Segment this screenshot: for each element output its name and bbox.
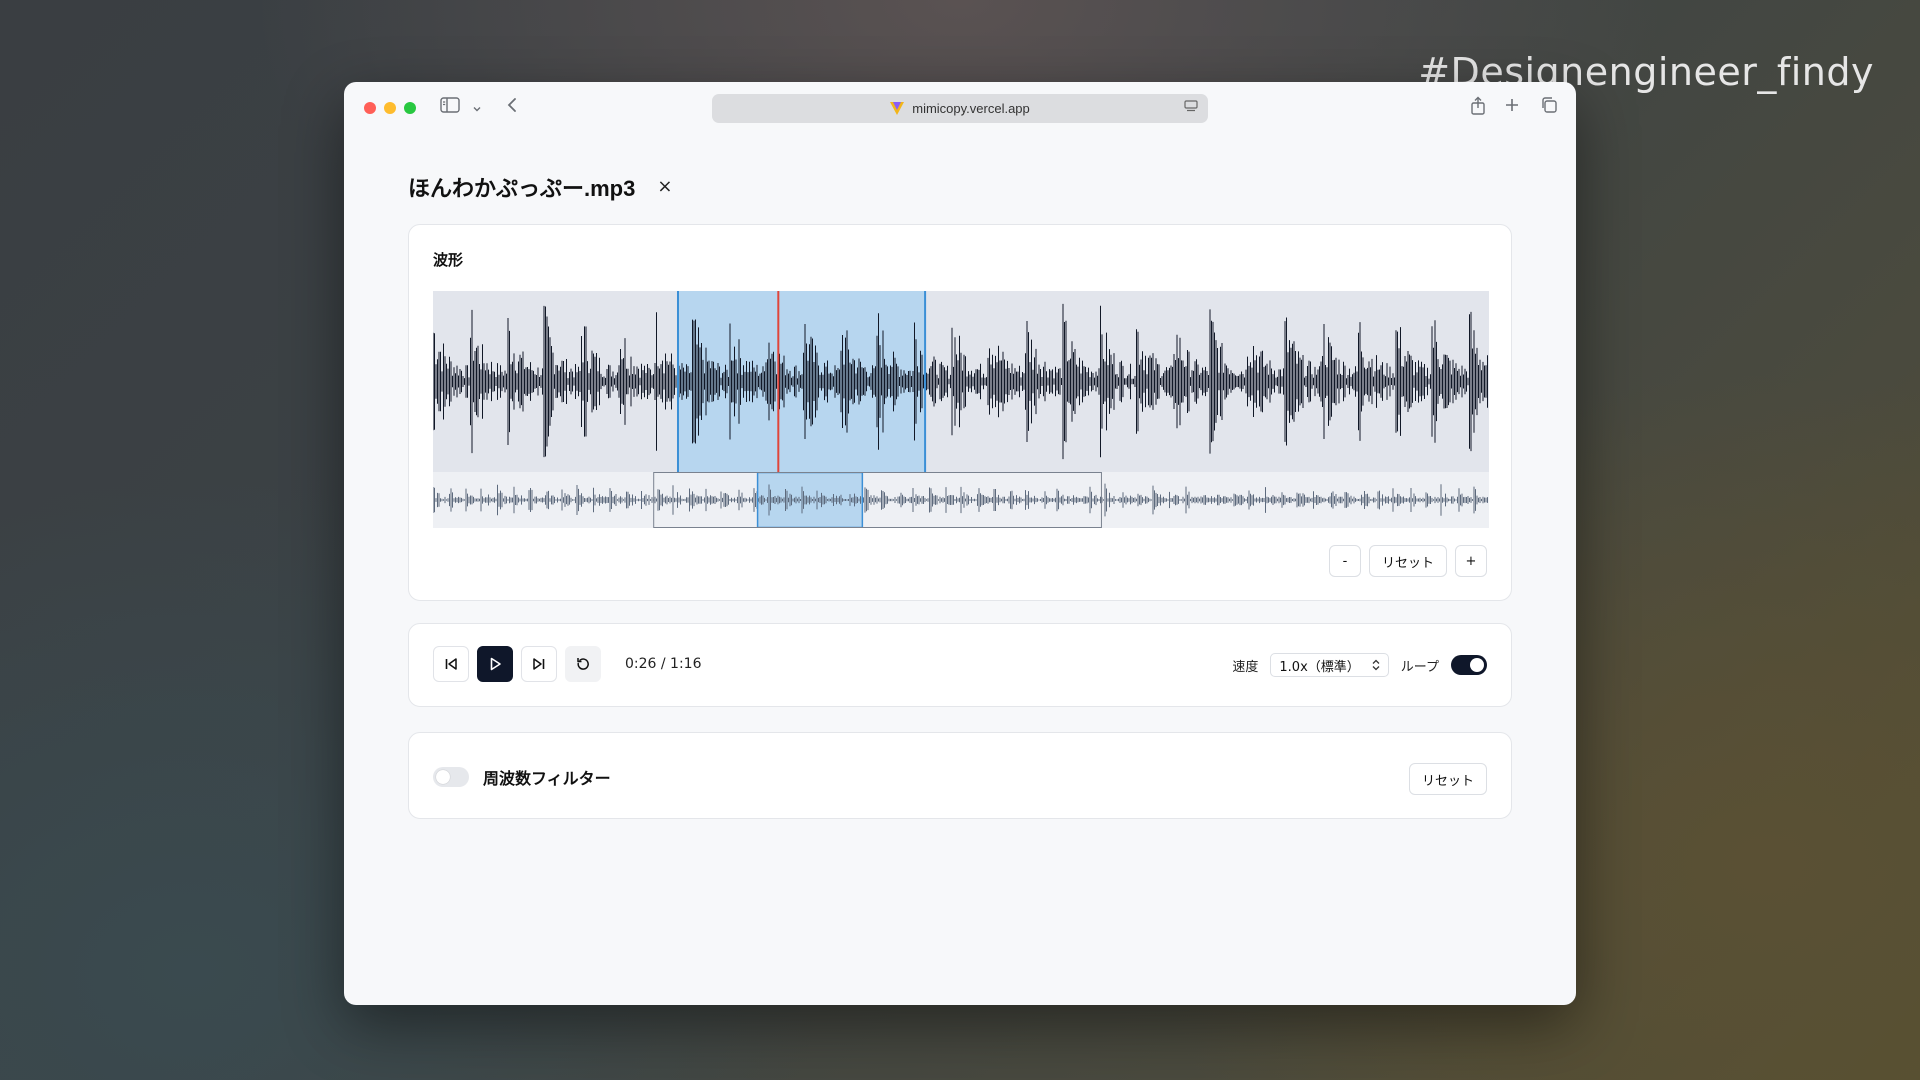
filter-card: 周波数フィルター リセット <box>408 732 1512 819</box>
waveform-card: 波形 - リセット + <box>408 224 1512 601</box>
address-url: mimicopy.vercel.app <box>912 101 1030 116</box>
playback-options: 速度 1.0x（標準） ループ <box>1232 653 1487 677</box>
player-card: 0:26 / 1:16 速度 1.0x（標準） ループ <box>408 623 1512 707</box>
tab-overview-icon[interactable] <box>1540 96 1558 121</box>
file-name: ほんわかぷっぷー.mp3 <box>408 176 636 201</box>
browser-titlebar: mimicopy.vercel.app <box>344 82 1576 134</box>
filter-toggle[interactable] <box>433 767 469 787</box>
filter-label: 周波数フィルター <box>483 769 611 788</box>
app-content: ほんわかぷっぷー.mp3 × 波形 - リセット + 0:26 / 1:16 速… <box>408 168 1512 819</box>
restart-button[interactable] <box>565 646 601 682</box>
waveform-path <box>433 483 1488 517</box>
waveform-main[interactable] <box>433 291 1489 472</box>
waveform-title: 波形 <box>433 251 464 269</box>
new-tab-icon[interactable] <box>1504 96 1520 120</box>
zoom-reset-button[interactable]: リセット <box>1368 545 1447 577</box>
chevron-updown-icon <box>1372 659 1380 671</box>
restart-icon <box>577 658 589 670</box>
waveform-path <box>433 303 1488 460</box>
waveform-bars <box>433 303 1488 460</box>
back-arrow-icon[interactable] <box>506 96 518 121</box>
play-icon <box>490 657 501 671</box>
browser-window: mimicopy.vercel.app ほんわかぷっぷー.mp3 × 波形 - … <box>344 82 1576 1005</box>
waveform-overview-svg[interactable] <box>433 472 1489 528</box>
address-bar[interactable]: mimicopy.vercel.app <box>712 94 1208 123</box>
loop-toggle-knob <box>1470 658 1484 672</box>
traffic-lights <box>364 102 416 114</box>
waveform-main-svg[interactable] <box>433 291 1489 472</box>
close-window-button[interactable] <box>364 102 376 114</box>
filter-toggle-knob <box>436 770 450 784</box>
speed-value: 1.0x（標準） <box>1279 659 1360 675</box>
transport-controls: 0:26 / 1:16 <box>433 646 702 682</box>
zoom-controls: - リセット + <box>1328 545 1487 577</box>
speed-select[interactable]: 1.0x（標準） <box>1270 653 1389 677</box>
filter-row: 周波数フィルター <box>433 765 611 789</box>
skip-back-icon <box>445 658 457 670</box>
skip-forward-button[interactable] <box>521 646 557 682</box>
playback-time: 0:26 / 1:16 <box>625 656 702 672</box>
minimize-window-button[interactable] <box>384 102 396 114</box>
zoom-out-button[interactable]: - <box>1328 545 1361 577</box>
zoom-in-button[interactable]: + <box>1455 545 1487 577</box>
sidebar-toggle-icon[interactable] <box>440 96 460 120</box>
waveform-bars <box>433 483 1488 517</box>
skip-back-button[interactable] <box>433 646 469 682</box>
filter-reset-button[interactable]: リセット <box>1408 763 1487 795</box>
reader-mode-icon[interactable] <box>1184 100 1198 115</box>
close-file-button[interactable]: × <box>657 178 672 196</box>
waveform-overview[interactable] <box>433 472 1489 528</box>
skip-forward-icon <box>533 658 545 670</box>
zoom-window-button[interactable] <box>404 102 416 114</box>
loop-label: ループ <box>1400 659 1439 675</box>
loop-toggle[interactable] <box>1451 655 1487 675</box>
speed-label: 速度 <box>1232 659 1259 675</box>
file-header: ほんわかぷっぷー.mp3 × <box>408 168 1512 206</box>
site-favicon-icon <box>890 102 905 115</box>
play-button[interactable] <box>477 646 513 682</box>
chevron-down-icon[interactable] <box>472 97 482 121</box>
share-icon[interactable] <box>1470 96 1486 123</box>
